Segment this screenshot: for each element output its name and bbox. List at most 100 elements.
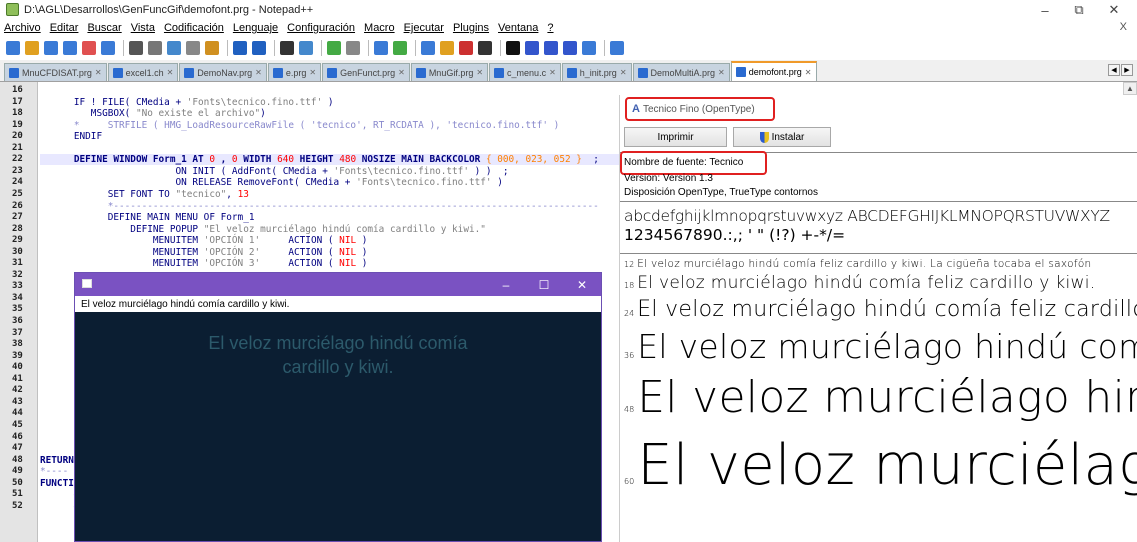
sample-text: El veloz murciélago hindú comía <box>637 327 1137 366</box>
toolbar-button-icon[interactable] <box>280 41 294 55</box>
menu-codificacion[interactable]: Codificación <box>164 22 224 34</box>
code-token: { 000, 023, 052 } <box>485 154 582 166</box>
tab-7[interactable]: h_init.prg ✕ <box>561 63 632 81</box>
line-number: 27 <box>12 212 23 223</box>
line-number: 24 <box>12 177 23 188</box>
code-token: NOSIZE MAIN BACKCOLOR <box>356 154 486 166</box>
toolbar-button-icon[interactable] <box>582 41 596 55</box>
toolbar-button-icon[interactable] <box>148 41 162 55</box>
tab-close-icon[interactable]: ✕ <box>167 68 174 77</box>
code-token: NIL <box>339 235 357 247</box>
tab-close-icon[interactable]: ✕ <box>549 68 556 77</box>
code-line: ON RELEASE RemoveFont( CMedia + 'Fonts\t… <box>40 177 625 188</box>
toolbar-button-icon[interactable] <box>252 41 266 55</box>
file-icon <box>494 67 505 78</box>
minimize-button[interactable]: – <box>1028 0 1062 20</box>
toolbar-button-icon[interactable] <box>6 41 20 55</box>
menu-plugins[interactable]: Plugins <box>453 22 489 34</box>
toolbar-button-icon[interactable] <box>393 41 407 55</box>
toolbar-button-icon[interactable] <box>186 41 200 55</box>
code-token: ACTION ( <box>260 235 340 247</box>
line-number: 46 <box>12 431 23 442</box>
toolbar-button-icon[interactable] <box>610 41 624 55</box>
tab-close-icon[interactable]: ✕ <box>398 68 405 77</box>
toolbar-button-icon[interactable] <box>101 41 115 55</box>
tab-close-icon[interactable]: ✕ <box>95 68 102 77</box>
menu-buscar[interactable]: Buscar <box>87 22 121 34</box>
tab-6[interactable]: c_menu.c ✕ <box>489 63 561 81</box>
toolbar-button-icon[interactable] <box>459 41 473 55</box>
app-maximize-button[interactable]: ☐ <box>525 273 563 296</box>
toolbar-button-icon[interactable] <box>167 41 181 55</box>
install-button[interactable]: Instalar <box>733 127 831 147</box>
line-number: 28 <box>12 223 23 234</box>
menu-editar[interactable]: Editar <box>50 22 79 34</box>
code-token: MSGBOX( <box>40 108 136 120</box>
menu-ejecutar[interactable]: Ejecutar <box>404 22 444 34</box>
tab-5[interactable]: MnuGif.prg ✕ <box>410 63 489 81</box>
menu-ventana[interactable]: Ventana <box>498 22 538 34</box>
tab-close-icon[interactable]: ✕ <box>718 68 725 77</box>
line-number: 22 <box>12 154 23 165</box>
toolbar-button-icon[interactable] <box>82 41 96 55</box>
tab-9[interactable]: demofont.prg ✕ <box>730 61 817 81</box>
tab-close-icon[interactable]: ✕ <box>476 68 483 77</box>
close-button[interactable]: ✕ <box>1097 0 1131 20</box>
tab-scroll-left-icon[interactable]: ◀ <box>1108 64 1120 76</box>
sample-size-60: 60El veloz murciélago <box>624 433 1137 498</box>
toolbar-button-icon[interactable] <box>233 41 247 55</box>
toolbar-button-icon[interactable] <box>421 41 435 55</box>
toolbar-button-icon[interactable] <box>205 41 219 55</box>
line-number: 39 <box>12 350 23 361</box>
toolbar-button-icon[interactable] <box>440 41 454 55</box>
toolbar-button-icon[interactable] <box>44 41 58 55</box>
toolbar-button-icon[interactable] <box>478 41 492 55</box>
menu-archivo[interactable]: Archivo <box>4 22 41 34</box>
tab-scroll-right-icon[interactable]: ▶ <box>1121 64 1133 76</box>
sample-text: El veloz murciélago hindú comía feliz ca… <box>637 273 1096 293</box>
menu-lenguaje[interactable]: Lenguaje <box>233 22 278 34</box>
toolbar-button-icon[interactable] <box>506 41 520 55</box>
toolbar-button-icon[interactable] <box>544 41 558 55</box>
toolbar-button-icon[interactable] <box>129 41 143 55</box>
tab-1[interactable]: excel1.ch ✕ <box>107 63 179 81</box>
code-token: SET FONT TO <box>40 188 176 200</box>
toolbar-button-icon[interactable] <box>374 41 388 55</box>
menu-help[interactable]: ? <box>547 22 553 34</box>
code-token: ) <box>356 246 368 258</box>
tab-close-icon[interactable]: ✕ <box>255 68 262 77</box>
toolbar-button-icon[interactable] <box>63 41 77 55</box>
tab-3[interactable]: e.prg ✕ <box>267 63 322 81</box>
line-number: 37 <box>12 327 23 338</box>
menu-macro[interactable]: Macro <box>364 22 395 34</box>
code-token: 480 <box>339 154 357 166</box>
toolbar-button-icon[interactable] <box>346 41 360 55</box>
menu-close-button[interactable]: X <box>1120 21 1127 33</box>
preview-title-highlight: A Tecnico Fino (OpenType) <box>625 97 775 121</box>
tab-close-icon[interactable]: ✕ <box>620 68 627 77</box>
app-close-button[interactable]: ✕ <box>563 273 601 296</box>
tab-close-icon[interactable]: ✕ <box>309 68 316 77</box>
app-minimize-button[interactable]: – <box>487 273 525 296</box>
tab-close-icon[interactable]: ✕ <box>805 68 812 77</box>
maximize-button[interactable]: ⧉ <box>1062 0 1096 20</box>
toolbar-button-icon[interactable] <box>25 41 39 55</box>
tab-0[interactable]: MnuCFDISAT.prg ✕ <box>4 63 107 81</box>
toolbar-separator <box>604 40 605 56</box>
menu-configuracion[interactable]: Configuración <box>287 22 355 34</box>
menu-vista[interactable]: Vista <box>131 22 155 34</box>
toolbar-button-icon[interactable] <box>525 41 539 55</box>
code-token: 'OPCIÓN 2' <box>203 246 261 258</box>
scroll-up-icon[interactable]: ▲ <box>1123 82 1137 95</box>
app-menu-popup[interactable]: El veloz murciélago hindú comía cardillo… <box>75 296 601 312</box>
tab-8[interactable]: DemoMultiA.prg ✕ <box>632 63 730 81</box>
toolbar-button-icon[interactable] <box>327 41 341 55</box>
tab-label: MnuGif.prg <box>428 67 474 78</box>
code-token: RETURN <box>40 454 74 466</box>
toolbar-button-icon[interactable] <box>563 41 577 55</box>
alphabet-sample: abcdefghijklmnopqrstuvwxyz ABCDEFGHIJKLM… <box>624 207 1110 225</box>
tab-4[interactable]: GenFunct.prg ✕ <box>322 63 410 81</box>
tab-2[interactable]: DemoNav.prg ✕ <box>179 63 267 81</box>
toolbar-button-icon[interactable] <box>299 41 313 55</box>
print-button[interactable]: Imprimir <box>624 127 727 147</box>
